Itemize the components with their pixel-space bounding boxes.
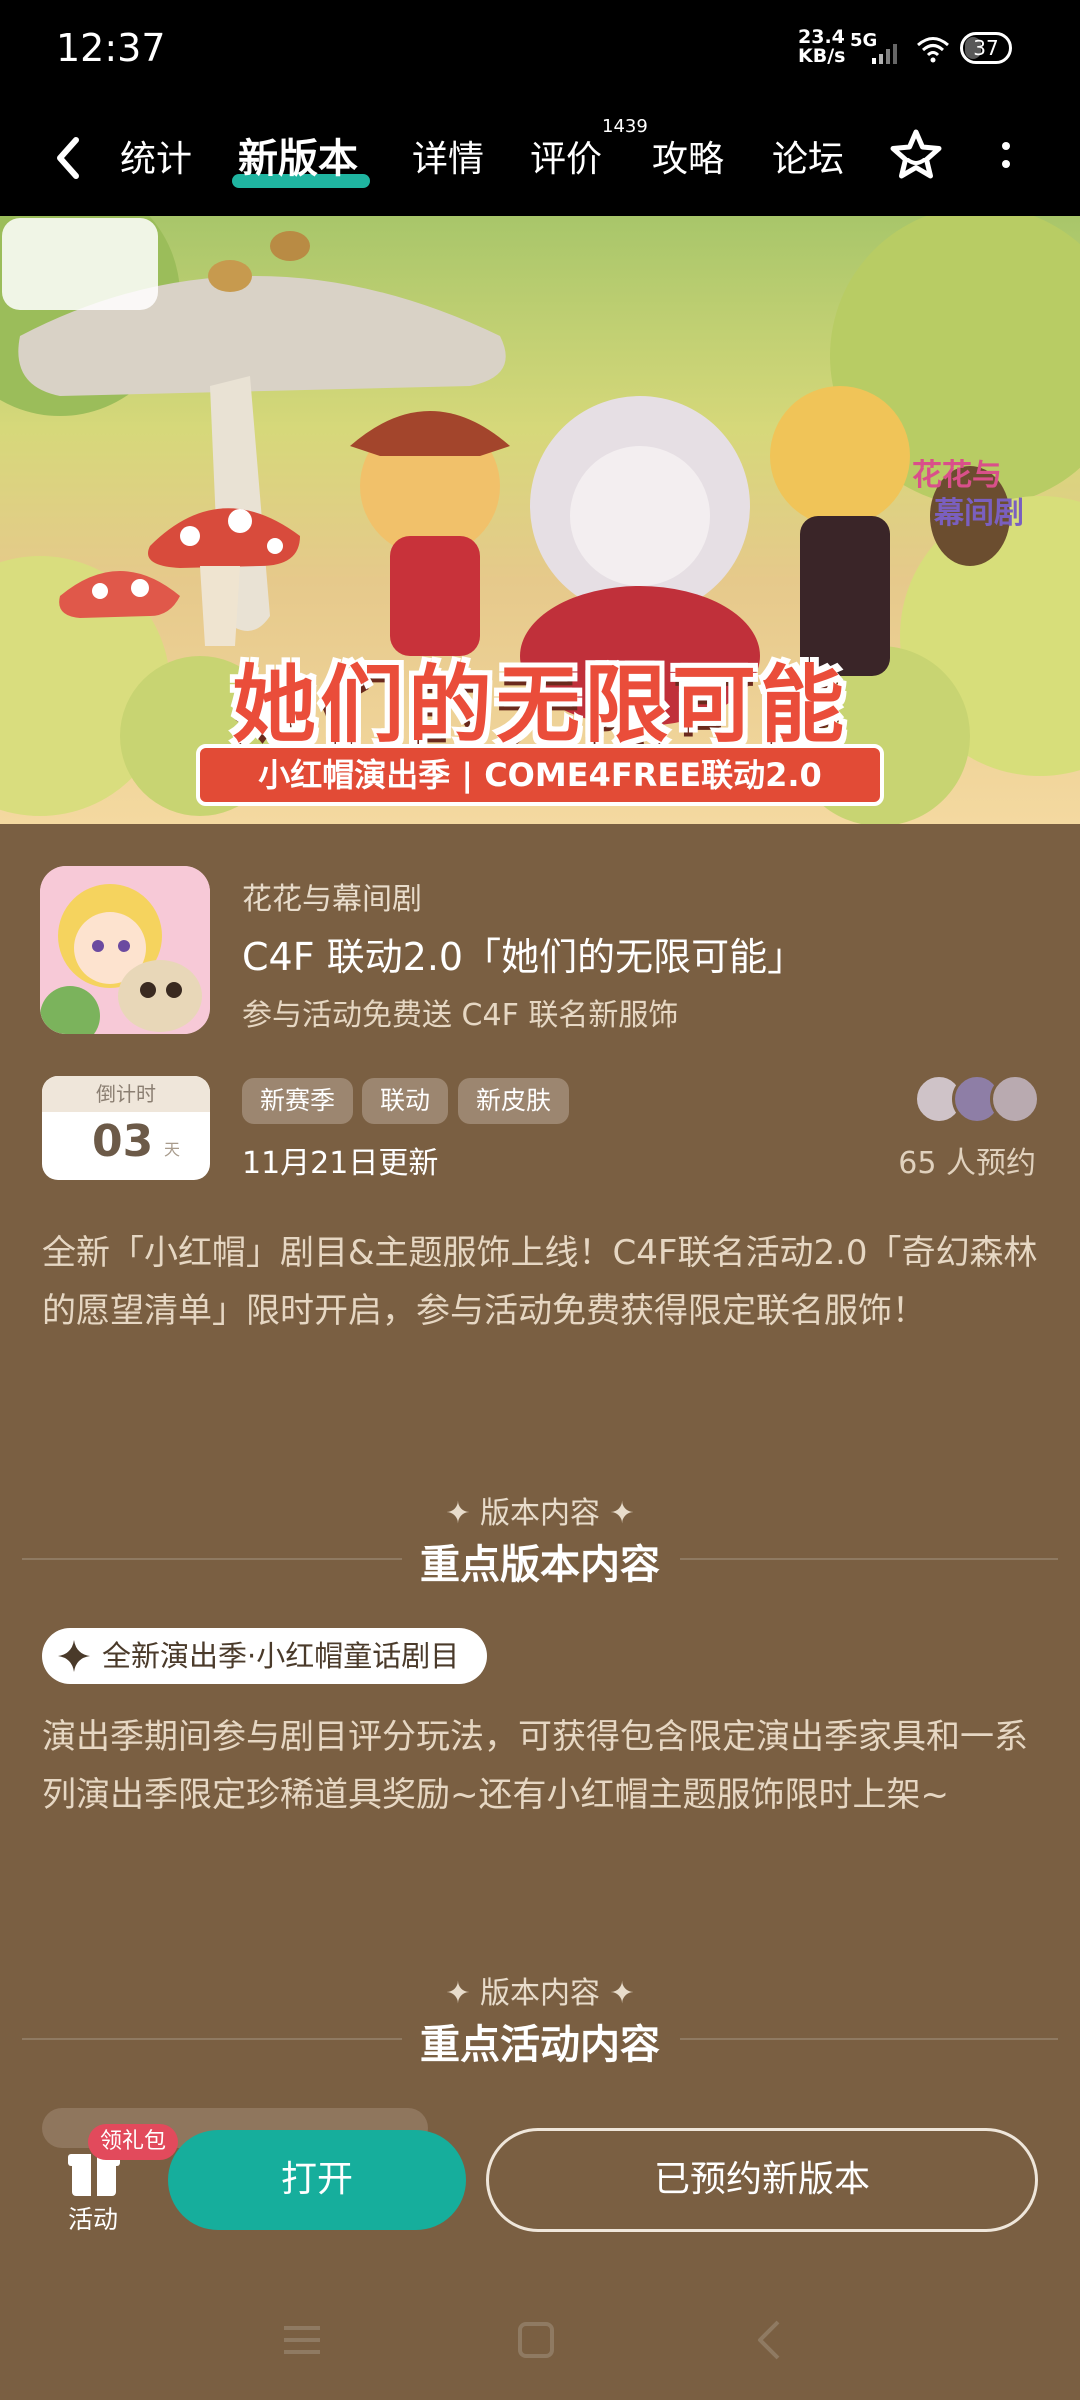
update-date: 11月21日更新 [242, 1146, 439, 1181]
sparkle-icon: ✦ [600, 1496, 635, 1531]
status-time: 12:37 [56, 26, 166, 70]
section-title: 重点版本内容 [420, 1542, 660, 1588]
recents-menu-icon[interactable] [280, 2318, 324, 2362]
promo-banner[interactable]: 花花与 幕间剧 她们的无限可能 小红帽演出季 | COME4FREE联动2.0 [0, 216, 1080, 824]
version-title: C4F 联动2.0「她们的无限可能」 [242, 935, 806, 979]
battery-level: 37 [973, 36, 999, 60]
feature-pill: 全新演出季·小红帽童话剧目 [42, 1628, 488, 1684]
back-arrow-icon[interactable] [46, 128, 90, 188]
banner-subtitle: 小红帽演出季 | COME4FREE联动2.0 [196, 744, 884, 806]
wifi-icon [917, 37, 949, 63]
tab-forum[interactable]: 论坛 [772, 130, 844, 182]
version-subtitle: 参与活动免费送 C4F 联名新服饰 [242, 998, 679, 1033]
tab-stats[interactable]: 统计 [120, 130, 192, 182]
sparkle-icon: ✦ [445, 1496, 480, 1531]
logo-text-line2: 幕间剧 [934, 496, 1024, 531]
tab-guides[interactable]: 攻略 [652, 130, 724, 182]
reserved-new-version-button[interactable]: 已预约新版本 [486, 2128, 1038, 2232]
feature-description: 演出季期间参与剧目评分玩法，可获得包含限定演出季家具和一系列演出季限定珍稀道具奖… [42, 1717, 1028, 1815]
favorite-star-icon[interactable] [886, 126, 946, 186]
section-kicker-text: 版本内容 [480, 1976, 600, 2011]
battery-indicator: 37 [960, 32, 1012, 64]
version-description: 全新「小红帽」剧目&主题服饰上线！C4F联名活动2.0「奇幻森林的愿望清单」限时… [42, 1233, 1038, 1331]
top-nav: 统计 新版本 详情 评价 1439 攻略 论坛 [0, 104, 1080, 216]
open-button[interactable]: 打开 [168, 2130, 466, 2230]
countdown-label: 倒计时 [42, 1076, 210, 1112]
signal-icon [872, 44, 897, 64]
status-bar: 12:37 23.4 KB/s 5G 37 [0, 0, 1080, 104]
tag-collab: 联动 [362, 1078, 449, 1124]
countdown-value: 03 [92, 1116, 154, 1167]
tab-reviews[interactable]: 评价 [530, 130, 602, 182]
tab-new-version[interactable]: 新版本 [238, 126, 358, 184]
sparkle-icon [58, 1640, 90, 1672]
app-icon-art [40, 866, 210, 1034]
avatar [990, 1074, 1040, 1124]
review-count-badge: 1439 [602, 116, 648, 137]
tag-new-season: 新赛季 [242, 1078, 354, 1124]
feature-pill-text: 全新演出季·小红帽童话剧目 [102, 1639, 460, 1673]
banner-title: 她们的无限可能 [231, 656, 848, 754]
reservation-avatars [914, 1074, 1040, 1124]
net-speed: 23.4 KB/s [798, 28, 845, 66]
back-triangle-icon[interactable] [748, 2318, 792, 2362]
section-kicker-text: 版本内容 [480, 1496, 600, 1531]
section-title: 重点活动内容 [420, 2022, 660, 2068]
sparkle-icon: ✦ [445, 1976, 480, 2011]
home-square-icon[interactable] [514, 2318, 558, 2362]
app-publisher[interactable]: 花花与幕间剧 [242, 874, 422, 918]
section-kicker: ✦ 版本内容 ✦ [0, 1968, 1080, 2012]
tag-new-skin: 新皮肤 [458, 1078, 570, 1124]
reservation-count: 65 人预约 [898, 1146, 1036, 1181]
gift-badge[interactable]: 领礼包 [88, 2124, 179, 2160]
countdown-card: 倒计时 03 天 [42, 1076, 210, 1180]
sparkle-icon: ✦ [600, 1976, 635, 2011]
game-logo [2, 218, 158, 310]
countdown-unit: 天 [164, 1140, 181, 1159]
tab-details[interactable]: 详情 [412, 130, 484, 182]
activity-label[interactable]: 活动 [68, 2200, 118, 2236]
net-speed-unit: KB/s [798, 45, 846, 67]
app-icon[interactable] [40, 866, 210, 1034]
more-menu-icon[interactable] [990, 138, 1022, 178]
section-kicker: ✦ 版本内容 ✦ [0, 1488, 1080, 1532]
